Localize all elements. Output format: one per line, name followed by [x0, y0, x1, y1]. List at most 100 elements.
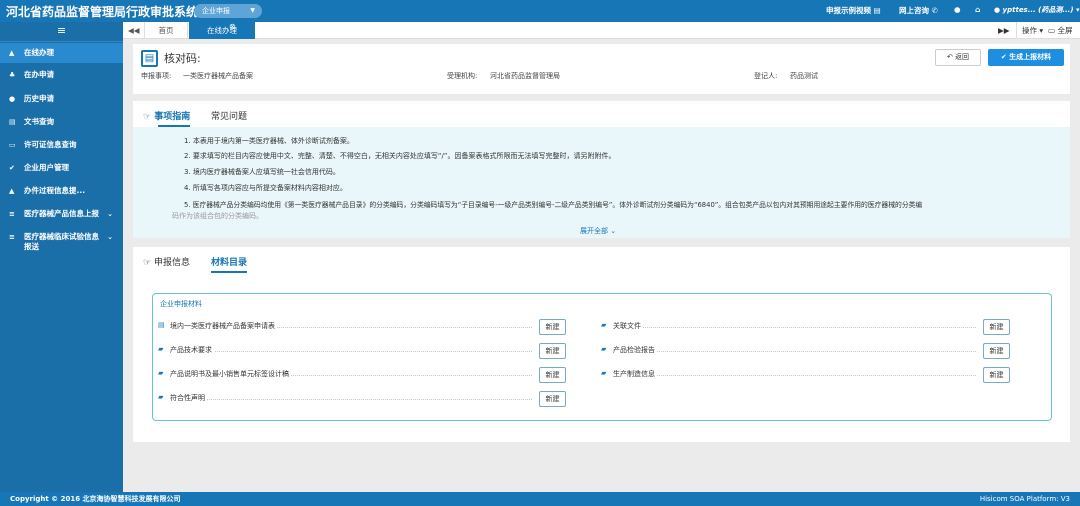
enterprise-dropdown[interactable]: 企业申报 ▼: [194, 4, 262, 18]
main-content: ▤ 核对码: 申报事项: 一类医疗器械产品备案 受理机构: 河北省药品监督管理局…: [123, 39, 1080, 492]
online-consult-link[interactable]: 网上咨询 ✆: [899, 5, 938, 16]
sidebar-item-online-handle[interactable]: ▲ 在线办理: [0, 43, 123, 63]
tab-close-icon[interactable]: ⊗: [229, 18, 236, 35]
guide-line: 1. 本表用于境内第一类医疗器械、体外诊断试剂备案。: [184, 137, 354, 145]
back-arrow-icon: ↶: [946, 53, 953, 61]
folder-icon: ▰: [158, 345, 164, 353]
caret-down-icon: ▾: [1039, 26, 1044, 35]
sidebar-item-label: 医疗器械产品信息上报: [24, 209, 99, 218]
document-icon: ▤: [158, 321, 165, 329]
operations-label: 操作: [1022, 26, 1037, 35]
expand-all-link[interactable]: 展开全部 ⌄: [580, 226, 616, 236]
material-row: ▰ 关联文件 新建: [601, 319, 1010, 335]
enterprise-materials-box: 企业申报材料 ▤ 境内一类医疗器械产品备案申请表 新建 ▰ 产品技术要求 新建 …: [152, 293, 1052, 421]
fullscreen-label: 全屏: [1057, 26, 1073, 35]
sidebar-item-label: 许可证信息查询: [24, 140, 77, 149]
tab-guide-label: 事项指南: [154, 112, 191, 122]
material-name: 境内一类医疗器械产品备案申请表: [170, 321, 277, 331]
dotted-leader: [613, 327, 976, 328]
material-row: ▰ 符合性声明 新建: [158, 391, 566, 407]
generate-report-button[interactable]: ✔ 生成上报材料: [988, 49, 1064, 66]
chevron-down-icon: ⌄: [610, 227, 617, 235]
tab-home-label: 首页: [158, 26, 174, 35]
sidebar-item-device-report[interactable]: ≡ 医疗器械产品信息上报 ⌄: [0, 209, 123, 219]
sidebar-item-label: 在线办理: [24, 48, 54, 57]
sidebar-item-documents[interactable]: ▤ 文书查询: [0, 117, 123, 127]
demo-video-label: 申报示例视频: [826, 6, 871, 15]
bell-icon[interactable]: ●: [954, 5, 961, 14]
new-button[interactable]: 新建: [983, 343, 1010, 359]
new-button[interactable]: 新建: [539, 391, 566, 407]
tab-guide[interactable]: ☞ 事项指南: [143, 109, 190, 122]
materials-panel: ☞ 申报信息 材料目录 企业申报材料 ▤ 境内一类医疗器械产品备案申请表 新建 …: [133, 247, 1070, 442]
guide-line: 2. 要求填写的栏目内容应使用中文、完整、清楚、不得空白，无相关内容处应填写“/…: [184, 152, 616, 160]
top-bar: 河北省药品监督管理局行政审批系统 企业申报 ▼ 申报示例视频 ▤ 网上咨询 ✆ …: [0, 0, 1080, 22]
file-icon: ▤: [873, 6, 881, 15]
list-icon: ≡: [9, 210, 15, 218]
new-button[interactable]: 新建: [539, 367, 566, 383]
sidebar-item-user-management[interactable]: ✔ 企业用户管理: [0, 163, 123, 173]
registrant-label: 登记人:: [754, 72, 778, 80]
sidebar-item-license-query[interactable]: ▭ 许可证信息查询: [0, 140, 123, 150]
home-icon[interactable]: ⌂: [975, 5, 980, 14]
user-menu[interactable]: ● ypttes... (药品测...) ▾: [994, 5, 1079, 15]
guide-line: 5. 医疗器械产品分类编码均使用《第一类医疗器械产品目录》的分类编码，分类编码填…: [184, 201, 923, 209]
fullscreen-button[interactable]: ▭ 全屏: [1048, 22, 1072, 39]
tab-faq[interactable]: 常见问题: [211, 109, 247, 122]
hamburger-icon[interactable]: ≡: [0, 22, 123, 42]
sidebar-item-history[interactable]: ● 历史申请: [0, 94, 123, 104]
expand-all-label: 展开全部: [580, 227, 608, 235]
back-button[interactable]: ↶ 返回: [935, 49, 981, 66]
guide-line: 4. 所填写各项内容应与所提交备案材料内容相对应。: [184, 184, 347, 192]
guide-line: 3. 境内医疗器械备案人应填写统一社会信用代码。: [184, 168, 340, 176]
material-row: ▰ 生产制造信息 新建: [601, 367, 1010, 383]
new-button[interactable]: 新建: [539, 343, 566, 359]
folder-icon: ▰: [601, 321, 607, 329]
material-row: ▰ 产品技术要求 新建: [158, 343, 566, 359]
new-button[interactable]: 新建: [983, 367, 1010, 383]
new-button[interactable]: 新建: [983, 319, 1010, 335]
check-circle-icon: ✔: [9, 164, 15, 172]
sidebar-item-clinical-report[interactable]: ≡ 医疗器械临床试验信息报送 ⌄: [0, 232, 123, 252]
registrant-value: 药品测试: [790, 72, 818, 80]
folder-icon: ▰: [158, 369, 164, 377]
sidebar-item-label: 企业用户管理: [24, 163, 69, 172]
sidebar-item-label: 历史申请: [24, 94, 54, 103]
tab-application-info[interactable]: ☞ 申报信息: [143, 255, 190, 268]
copyright-text: Copyright © 2016 北京海协智慧科技发展有限公司: [10, 495, 181, 503]
sidebar-item-label: 办件过程信息提...: [24, 186, 86, 195]
material-name: 产品检验报告: [613, 345, 657, 355]
bell-icon: ▲: [9, 49, 15, 57]
tab-faq-label: 常见问题: [211, 112, 248, 122]
folder-icon: ▰: [601, 345, 607, 353]
material-row: ▰ 产品说明书及最小销售单元标签设计稿 新建: [158, 367, 566, 383]
online-consult-label: 网上咨询: [899, 6, 929, 15]
dotted-leader: [170, 399, 532, 400]
tab-application-info-label: 申报信息: [153, 258, 190, 268]
hand-point-icon: ☞: [143, 112, 152, 122]
dotted-leader: [613, 375, 976, 376]
tab-scroll-right-icon[interactable]: ▶▶: [998, 22, 1010, 39]
tab-material-catalog-label: 材料目录: [211, 258, 248, 268]
monitor-icon: ▭: [1048, 26, 1056, 35]
user-icon: ●: [994, 6, 1001, 14]
folder-icon: ▰: [158, 393, 164, 401]
new-button[interactable]: 新建: [539, 319, 566, 335]
item-value: 一类医疗器械产品备案: [183, 72, 253, 80]
tab-scroll-left-icon[interactable]: ◀◀: [128, 22, 140, 39]
active-tab-underline: [211, 271, 247, 273]
sidebar-item-process-info[interactable]: ▲ 办件过程信息提...: [0, 186, 123, 196]
tab-online-handle[interactable]: 在线办理: [189, 22, 255, 39]
material-row: ▰ 产品检验报告 新建: [601, 343, 1010, 359]
sidebar-item-in-progress[interactable]: ♣ 在办申请: [0, 70, 123, 80]
tab-material-catalog[interactable]: 材料目录: [211, 255, 247, 268]
tree-icon: ♣: [9, 71, 16, 79]
material-row: ▤ 境内一类医疗器械产品备案申请表 新建: [158, 319, 566, 335]
comment-icon: ●: [9, 95, 16, 103]
guide-line: 码作为该组合包的分类编码。: [172, 212, 263, 220]
caret-down-icon: ▾: [1075, 6, 1080, 14]
tab-home[interactable]: 首页: [144, 22, 188, 39]
demo-video-link[interactable]: 申报示例视频 ▤: [826, 5, 881, 16]
system-title: 河北省药品监督管理局行政审批系统: [6, 5, 199, 19]
operations-dropdown[interactable]: 操作 ▾: [1016, 22, 1043, 39]
